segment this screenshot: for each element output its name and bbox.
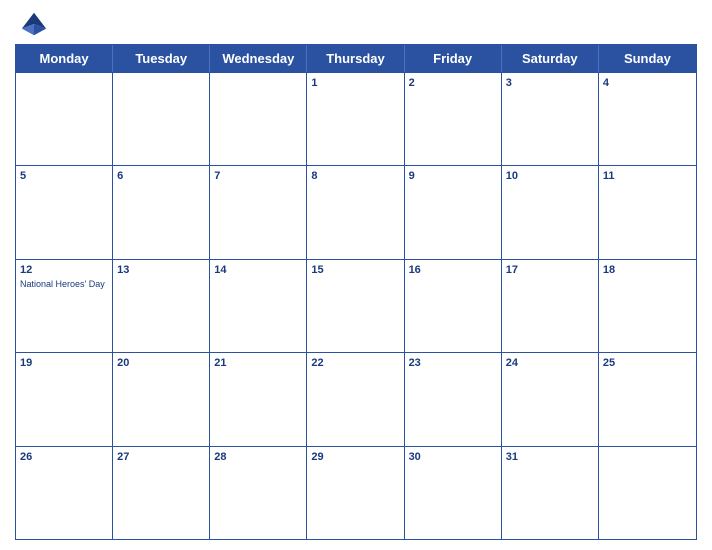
day-cell: 24 <box>502 353 599 445</box>
day-cell: 18 <box>599 260 696 352</box>
day-number: 2 <box>409 76 497 90</box>
weeks-container: 123456789101112National Heroes' Day13141… <box>16 72 696 539</box>
day-header-tuesday: Tuesday <box>113 45 210 72</box>
day-number: 21 <box>214 356 302 370</box>
day-cell: 30 <box>405 447 502 539</box>
week-row-5: 26 27 28 29 30 31 <box>16 446 696 539</box>
day-cell: 8 <box>307 166 404 258</box>
day-cell: 13 <box>113 260 210 352</box>
day-cell: 22 <box>307 353 404 445</box>
day-header-saturday: Saturday <box>502 45 599 72</box>
day-number: 19 <box>20 356 108 370</box>
day-cell <box>16 73 113 165</box>
day-cell: 27 <box>113 447 210 539</box>
day-headers-row: MondayTuesdayWednesdayThursdayFridaySatu… <box>16 45 696 72</box>
day-header-friday: Friday <box>405 45 502 72</box>
day-number: 1 <box>311 76 399 90</box>
day-number: 11 <box>603 169 692 183</box>
week-row-2: 56789 10 11 <box>16 165 696 258</box>
day-cell: 26 <box>16 447 113 539</box>
day-number: 12 <box>20 263 108 277</box>
day-cell: 12 National Heroes' Day <box>16 260 113 352</box>
day-cell: 3 <box>502 73 599 165</box>
day-cell: 1 <box>307 73 404 165</box>
logo-area <box>20 10 52 38</box>
calendar-header <box>15 10 697 38</box>
day-cell: 11 <box>599 166 696 258</box>
day-cell: 9 <box>405 166 502 258</box>
day-number: 25 <box>603 356 692 370</box>
day-cell: 29 <box>307 447 404 539</box>
day-header-thursday: Thursday <box>307 45 404 72</box>
day-cell: 23 <box>405 353 502 445</box>
day-number: 9 <box>409 169 497 183</box>
calendar-grid: MondayTuesdayWednesdayThursdayFridaySatu… <box>15 44 697 540</box>
day-number: 8 <box>311 169 399 183</box>
day-number: 14 <box>214 263 302 277</box>
day-cell: 28 <box>210 447 307 539</box>
day-cell: 4 <box>599 73 696 165</box>
day-cell: 6 <box>113 166 210 258</box>
day-cell: 2 <box>405 73 502 165</box>
day-number: 7 <box>214 169 302 183</box>
day-cell <box>113 73 210 165</box>
day-cell: 16 <box>405 260 502 352</box>
day-cell: 5 <box>16 166 113 258</box>
day-number: 18 <box>603 263 692 277</box>
logo-icon <box>20 10 48 38</box>
calendar-container: MondayTuesdayWednesdayThursdayFridaySatu… <box>0 0 712 550</box>
day-number: 31 <box>506 450 594 464</box>
holiday-label: National Heroes' Day <box>20 279 108 290</box>
day-cell: 25 <box>599 353 696 445</box>
week-row-1: 1234 <box>16 72 696 165</box>
day-number: 16 <box>409 263 497 277</box>
day-number: 13 <box>117 263 205 277</box>
day-number: 15 <box>311 263 399 277</box>
day-cell: 20 <box>113 353 210 445</box>
day-number: 22 <box>311 356 399 370</box>
day-cell <box>210 73 307 165</box>
day-number: 6 <box>117 169 205 183</box>
day-cell <box>599 447 696 539</box>
day-cell: 19 <box>16 353 113 445</box>
day-number: 24 <box>506 356 594 370</box>
day-number: 29 <box>311 450 399 464</box>
day-number: 17 <box>506 263 594 277</box>
day-header-wednesday: Wednesday <box>210 45 307 72</box>
day-header-monday: Monday <box>16 45 113 72</box>
day-number: 26 <box>20 450 108 464</box>
day-cell: 7 <box>210 166 307 258</box>
week-row-3: 12 National Heroes' Day 13 14 15 16 17 18 <box>16 259 696 352</box>
day-number: 23 <box>409 356 497 370</box>
week-row-4: 19 20 21 22 23 24 25 <box>16 352 696 445</box>
day-cell: 10 <box>502 166 599 258</box>
day-number: 30 <box>409 450 497 464</box>
day-cell: 31 <box>502 447 599 539</box>
day-header-sunday: Sunday <box>599 45 696 72</box>
day-number: 4 <box>603 76 692 90</box>
day-number: 10 <box>506 169 594 183</box>
day-number: 28 <box>214 450 302 464</box>
day-number: 3 <box>506 76 594 90</box>
day-cell: 17 <box>502 260 599 352</box>
day-cell: 21 <box>210 353 307 445</box>
day-cell: 14 <box>210 260 307 352</box>
day-cell: 15 <box>307 260 404 352</box>
day-number: 5 <box>20 169 108 183</box>
day-number: 27 <box>117 450 205 464</box>
day-number: 20 <box>117 356 205 370</box>
